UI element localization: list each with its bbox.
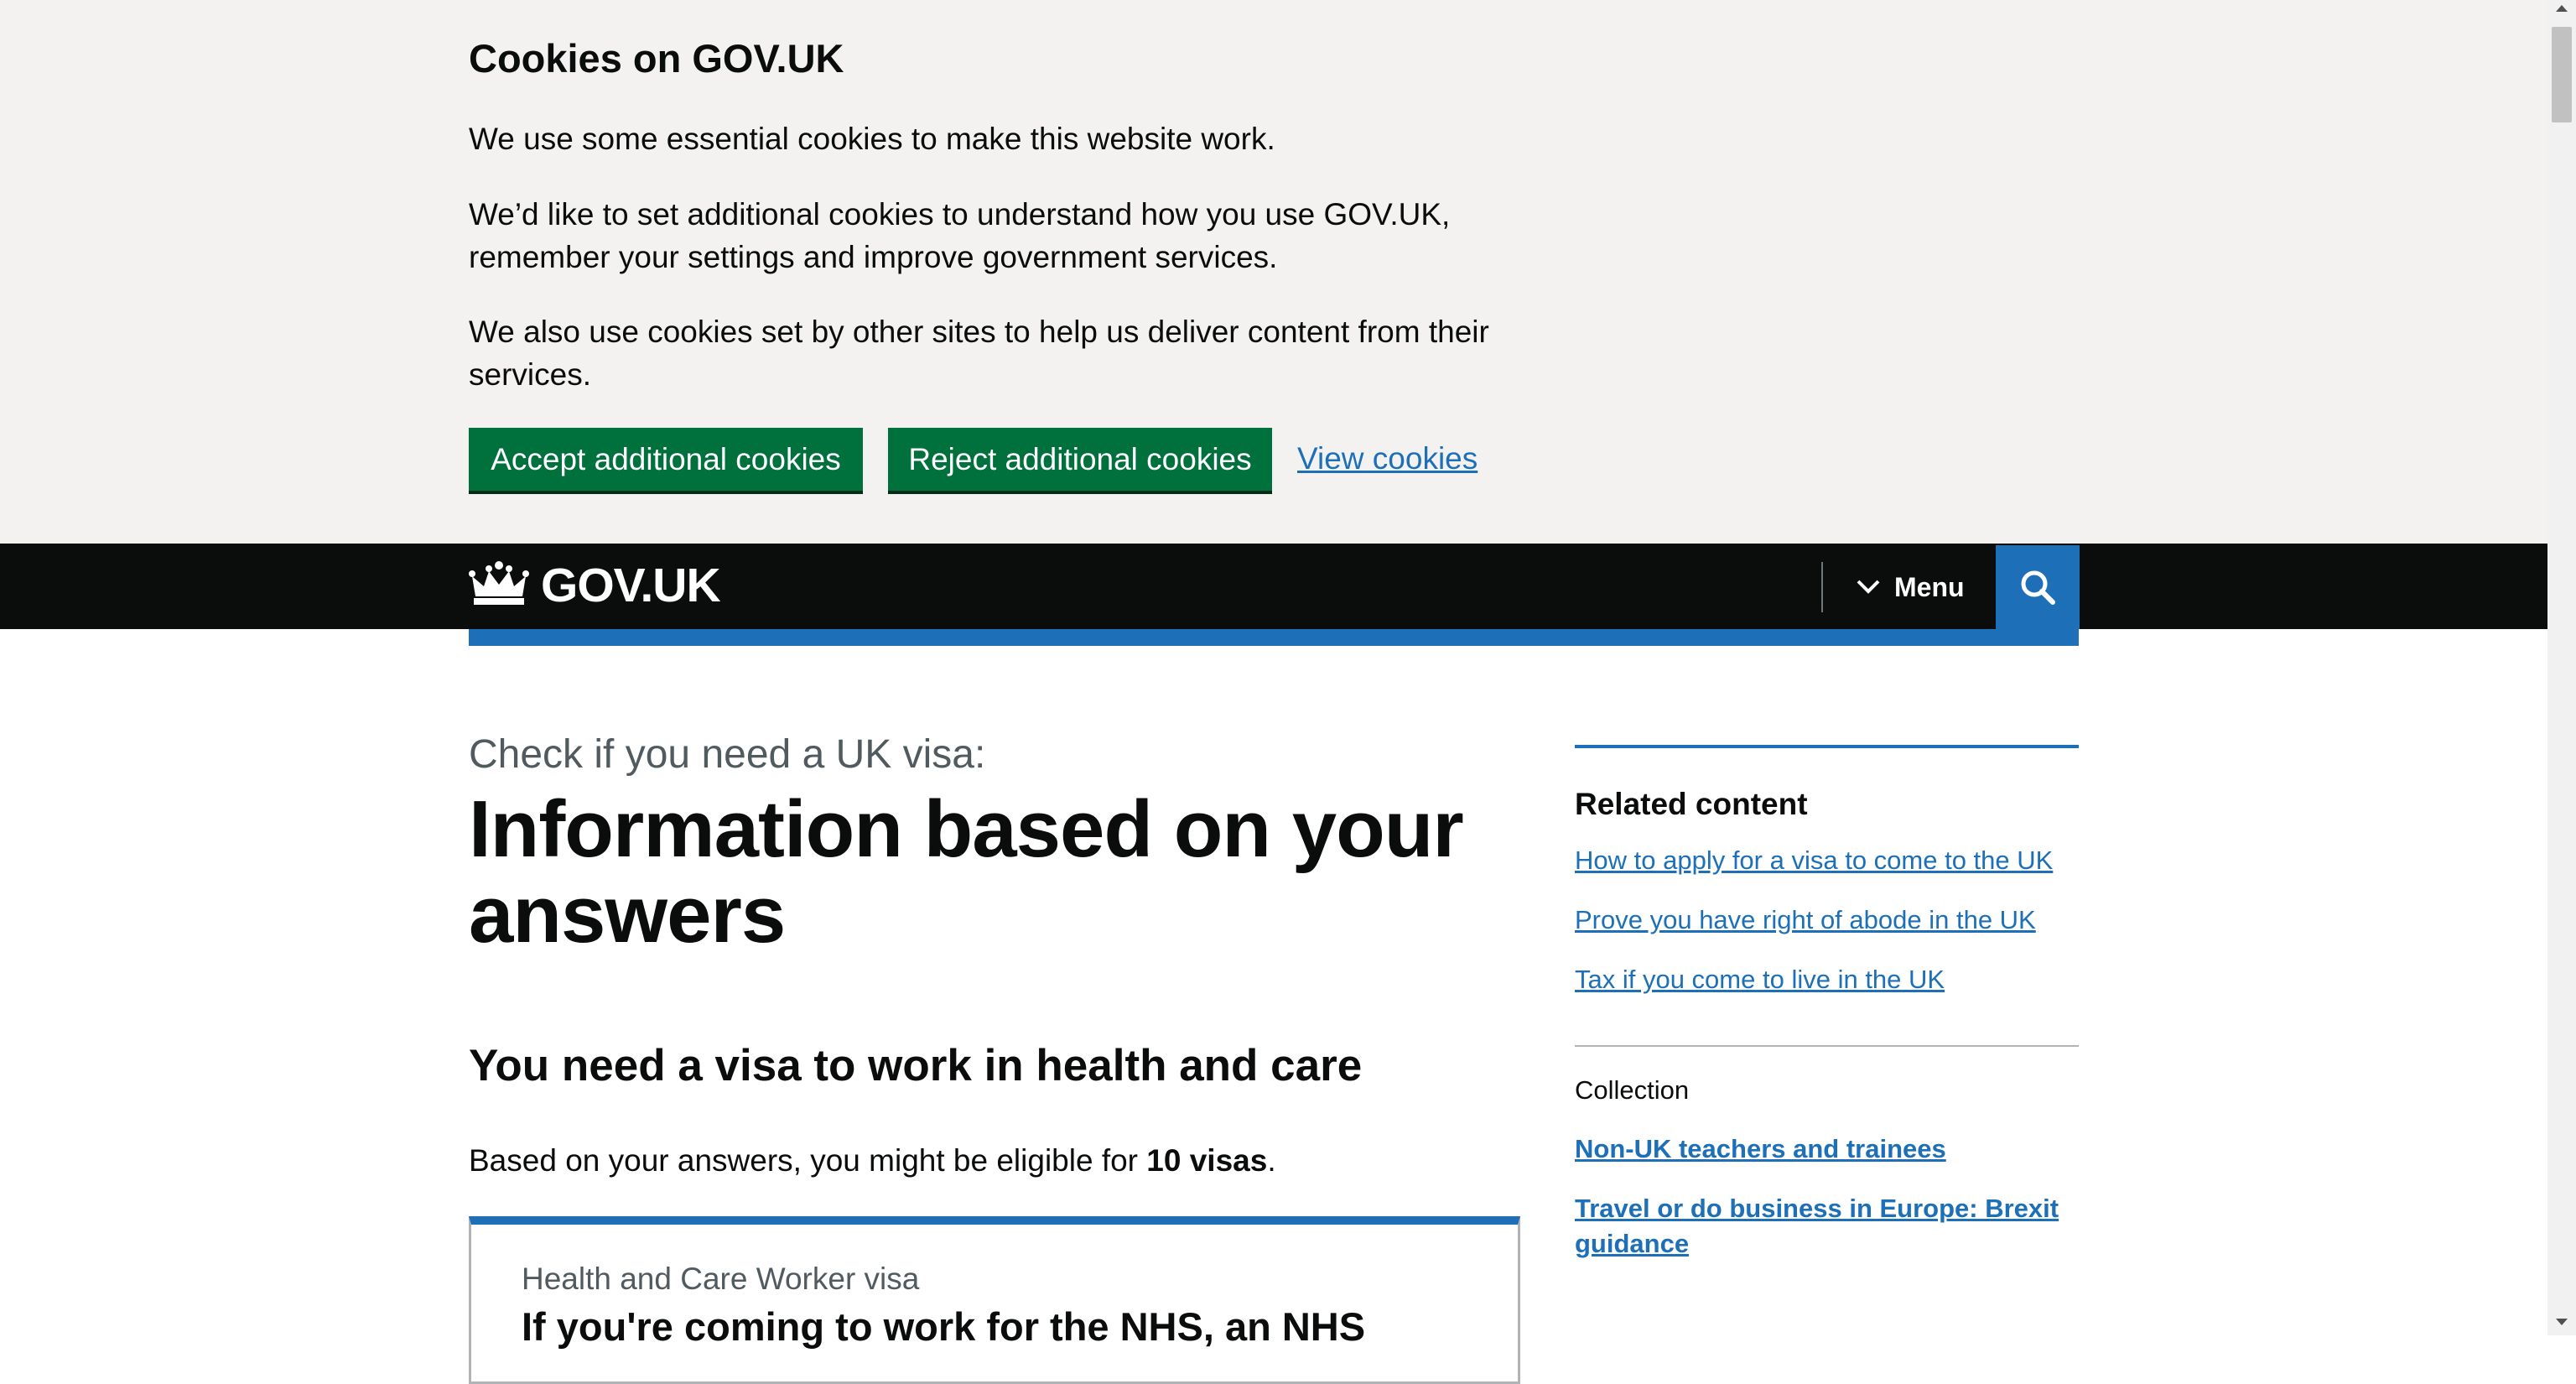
- related-content: Related content How to apply for a visa …: [1575, 745, 2079, 994]
- eligibility-text: Based on your answers, you might be elig…: [469, 1139, 1276, 1183]
- eligibility-suffix: .: [1267, 1143, 1276, 1178]
- view-cookies-link[interactable]: View cookies: [1297, 438, 1478, 480]
- collection-section: Collection Non-UK teachers and trainees …: [1575, 1045, 2079, 1258]
- search-button[interactable]: [1996, 545, 2080, 629]
- page-title: Information based on your answers: [469, 784, 1464, 960]
- related-link[interactable]: Prove you have right of abode in the UK: [1575, 902, 2036, 939]
- collection-link[interactable]: Non-UK teachers and trainees: [1575, 1132, 2079, 1167]
- scroll-up-arrow-icon[interactable]: [2556, 5, 2568, 12]
- cookie-banner-paragraph: We also use cookies set by other sites t…: [469, 315, 1489, 392]
- chevron-down-icon: [1857, 580, 1880, 594]
- search-icon: [2021, 570, 2055, 605]
- govuk-logo-text: GOV.UK: [541, 559, 721, 612]
- menu-divider: [1821, 562, 1823, 612]
- scroll-down-arrow-icon[interactable]: [2556, 1319, 2568, 1325]
- reject-cookies-button[interactable]: Reject additional cookies: [888, 428, 1272, 491]
- visa-card: Health and Care Worker visa If you're co…: [469, 1216, 1520, 1384]
- collection-link[interactable]: Travel or do business in Europe: Brexit …: [1575, 1191, 2079, 1262]
- accept-cookies-button[interactable]: Accept additional cookies: [469, 428, 863, 491]
- cookie-banner-paragraph: We use some essential cookies to make th…: [469, 122, 1275, 156]
- related-content-title: Related content: [1575, 787, 1808, 821]
- scrollbar-thumb[interactable]: [2552, 27, 2572, 122]
- eligibility-count: 10 visas: [1146, 1143, 1268, 1178]
- header-accent-bar: [469, 629, 2079, 646]
- related-link[interactable]: How to apply for a visa to come to the U…: [1575, 842, 2053, 879]
- page-caption: Check if you need a UK visa:: [469, 732, 986, 777]
- crown-icon: [469, 561, 529, 605]
- visa-card-heading: If you're coming to work for the NHS, an…: [522, 1304, 1366, 1349]
- cookie-banner-title: Cookies on GOV.UK: [469, 36, 844, 81]
- site-header: GOV.UK Menu: [0, 544, 2547, 629]
- visa-card-caption: Health and Care Worker visa: [522, 1262, 920, 1296]
- result-heading: You need a visa to work in health and ca…: [469, 1041, 1363, 1090]
- eligibility-prefix: Based on your answers, you might be elig…: [469, 1143, 1147, 1178]
- related-link[interactable]: Tax if you come to live in the UK: [1575, 961, 1945, 998]
- scrollbar[interactable]: [2547, 0, 2576, 1335]
- cookie-banner-paragraph: We’d like to set additional cookies to u…: [469, 197, 1451, 274]
- govuk-logo-link[interactable]: GOV.UK: [469, 559, 721, 612]
- menu-label: Menu: [1894, 571, 1965, 602]
- collection-label: Collection: [1575, 1075, 1690, 1105]
- cookie-banner: Cookies on GOV.UK We use some essential …: [0, 0, 2547, 544]
- menu-button[interactable]: Menu: [1851, 562, 1970, 612]
